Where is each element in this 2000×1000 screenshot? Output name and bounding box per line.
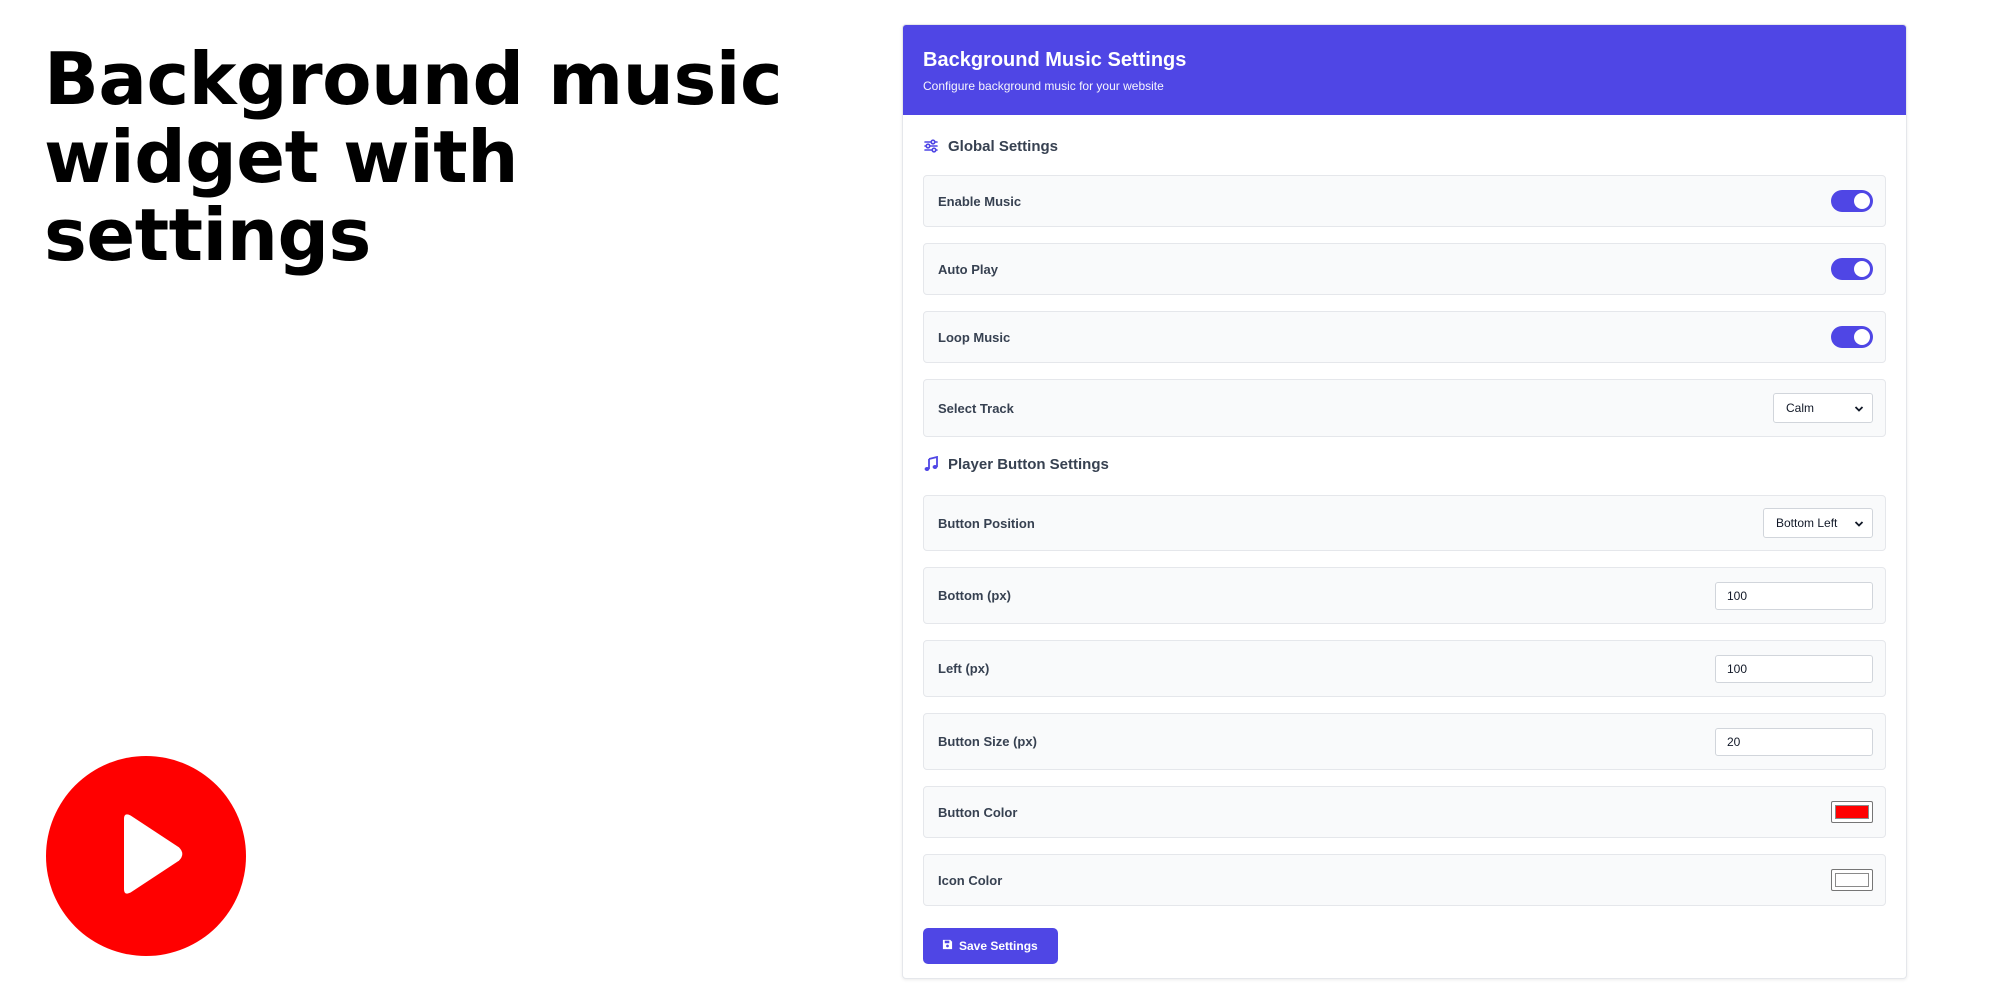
button-position-row: Button Position Bottom Left: [923, 495, 1886, 551]
panel-header: Background Music Settings Configure back…: [903, 25, 1906, 115]
button-color-picker[interactable]: [1831, 801, 1873, 823]
global-settings-heading: Global Settings: [923, 131, 1886, 161]
button-position-label: Button Position: [938, 515, 1035, 531]
button-size-label: Button Size (px): [938, 734, 1037, 749]
global-settings-title: Global Settings: [948, 137, 1059, 155]
icon-color-picker[interactable]: [1831, 869, 1873, 891]
button-size-row: Button Size (px) 20: [923, 713, 1886, 770]
select-track-label: Select Track: [938, 400, 1014, 416]
save-settings-button[interactable]: Save Settings: [923, 928, 1058, 964]
music-note-icon: [923, 456, 939, 472]
left-px-label: Left (px): [938, 661, 990, 676]
left-px-row: Left (px) 100: [923, 640, 1886, 697]
player-settings-title: Player Button Settings: [948, 455, 1109, 473]
enable-music-label: Enable Music: [938, 193, 1022, 209]
button-position-select[interactable]: Bottom Left: [1763, 508, 1873, 538]
toggle-knob: [1854, 329, 1870, 345]
settings-panel: Background Music Settings Configure back…: [902, 24, 1907, 979]
auto-play-toggle[interactable]: [1831, 258, 1873, 280]
auto-play-row: Auto Play: [923, 243, 1886, 295]
icon-color-label: Icon Color: [938, 872, 1003, 888]
button-position-value: Bottom Left: [1776, 516, 1838, 530]
panel-subtitle: Configure background music for your webs…: [923, 79, 1164, 93]
icon-color-fill: [1835, 873, 1869, 887]
chevron-down-icon: [1854, 518, 1864, 528]
track-select[interactable]: Calm: [1773, 393, 1873, 423]
button-color-label: Button Color: [938, 804, 1018, 820]
loop-music-row: Loop Music: [923, 311, 1886, 363]
toggle-knob: [1854, 261, 1870, 277]
icon-color-row: Icon Color: [923, 854, 1886, 906]
enable-music-toggle[interactable]: [1831, 190, 1873, 212]
auto-play-label: Auto Play: [938, 261, 998, 277]
button-size-input[interactable]: 20: [1715, 727, 1873, 756]
track-select-value: Calm: [1786, 401, 1815, 415]
enable-music-row: Enable Music: [923, 175, 1886, 227]
headline-line-2: widget with settings: [44, 115, 518, 277]
left-px-input[interactable]: 100: [1715, 654, 1873, 683]
sliders-icon: [923, 138, 939, 154]
player-settings-heading: Player Button Settings: [923, 449, 1886, 479]
loop-music-toggle[interactable]: [1831, 326, 1873, 348]
select-track-row: Select Track Calm: [923, 379, 1886, 437]
headline-line-1: Background music: [44, 37, 783, 121]
bottom-px-label: Bottom (px): [938, 588, 1011, 603]
save-settings-label: Save Settings: [959, 939, 1038, 953]
save-icon: [942, 939, 953, 953]
music-player-button[interactable]: [46, 756, 246, 956]
panel-title: Background Music Settings: [923, 49, 1187, 71]
page-headline: Background music widget with settings: [44, 40, 824, 274]
loop-music-label: Loop Music: [938, 329, 1011, 345]
chevron-down-icon: [1854, 403, 1864, 413]
bottom-px-row: Bottom (px) 100: [923, 567, 1886, 624]
button-color-fill: [1835, 805, 1869, 819]
button-color-row: Button Color: [923, 786, 1886, 838]
toggle-knob: [1854, 193, 1870, 209]
bottom-px-input[interactable]: 100: [1715, 581, 1873, 610]
play-icon: [91, 799, 201, 914]
